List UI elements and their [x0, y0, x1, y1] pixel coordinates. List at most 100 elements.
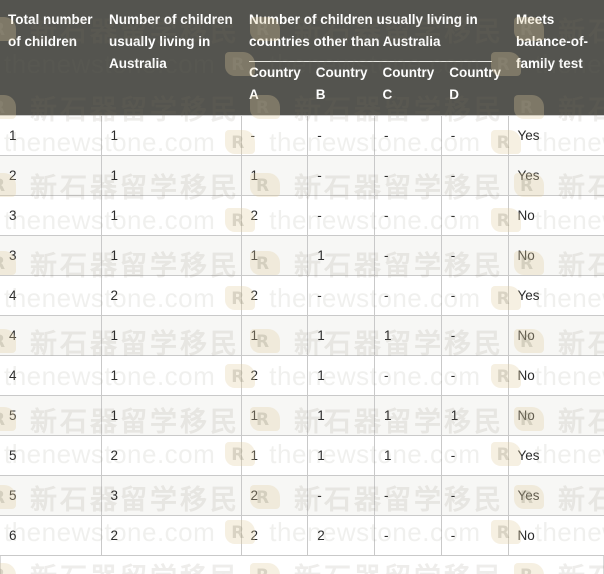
table-row: 2 1 1- - - Yes: [0, 155, 604, 197]
cell-country-a: 2: [241, 275, 309, 317]
cell-country-c: -: [374, 235, 442, 277]
cell-total-children: 4: [0, 275, 102, 317]
cell-total-children: 4: [0, 315, 102, 357]
cell-country-b: 2: [307, 515, 375, 557]
watermark-chinese-text: 新石器留学移民: [30, 556, 240, 574]
cell-country-d: -: [441, 515, 509, 557]
cell-meets-test: No: [508, 235, 604, 277]
cell-meets-test: No: [508, 195, 604, 237]
table-row: 5 1 1 1 1 1 No: [0, 395, 604, 437]
table-row: 5 3 2- - - Yes: [0, 475, 604, 517]
cell-children-in-australia: 2: [101, 275, 242, 317]
cell-country-b: 1: [307, 235, 375, 277]
cell-country-c: -: [374, 155, 442, 197]
cell-children-in-australia: 1: [101, 355, 242, 397]
cell-country-c: 1: [374, 315, 442, 357]
cell-meets-test: Yes: [508, 115, 604, 157]
cell-country-d: -: [441, 355, 509, 397]
cell-total-children: 4: [0, 355, 102, 397]
cell-country-b: -: [307, 155, 375, 197]
cell-country-a: 2: [241, 475, 309, 517]
header-meets-balance-of-family-test: Meets balance-of-family test: [508, 0, 604, 116]
cell-country-b: -: [307, 195, 375, 237]
cell-country-d: -: [441, 155, 509, 197]
cell-total-children: 1: [0, 115, 102, 157]
table-row: 4 2 2- - - Yes: [0, 275, 604, 317]
cell-country-d: -: [441, 435, 509, 477]
cell-total-children: 2: [0, 155, 102, 197]
cell-country-b: 1: [307, 395, 375, 437]
cell-country-d: -: [441, 315, 509, 357]
cell-meets-test: Yes: [508, 475, 604, 517]
header-group-children-overseas: Number of children usually living in cou…: [241, 0, 508, 62]
cell-country-d: -: [441, 195, 509, 237]
cell-children-in-australia: 2: [101, 435, 242, 477]
header-country-d: Country D: [441, 61, 508, 116]
cell-country-d: 1: [441, 395, 509, 437]
cell-country-d: -: [441, 475, 509, 517]
balance-of-family-table-container: Total number of children Number of child…: [0, 0, 604, 574]
table-row: 5 2 1 1 1- Yes: [0, 435, 604, 477]
cell-country-a: 1: [241, 235, 309, 277]
table-header-row-primary: Total number of children Number of child…: [0, 0, 604, 116]
cell-country-d: -: [441, 115, 509, 157]
cell-country-d: -: [441, 275, 509, 317]
table-row: 6 2 2 2- - No: [0, 515, 604, 557]
table-row: 4 1 2 1- - No: [0, 355, 604, 397]
cell-country-b: -: [307, 115, 375, 157]
cell-country-c: -: [374, 355, 442, 397]
cell-country-c: -: [374, 195, 442, 237]
cell-total-children: 3: [0, 235, 102, 277]
header-country-a: Country A: [241, 61, 308, 116]
cell-meets-test: No: [508, 395, 604, 437]
cell-country-a: 1: [241, 435, 309, 477]
table-row: 4 1 1 1 1- No: [0, 315, 604, 357]
cell-country-a: 2: [241, 515, 309, 557]
table-row: 3 1 1 1- - No: [0, 235, 604, 277]
watermark-band: R 新石器留学移民 R 新石器留学移民 R 新石器留学移民: [0, 556, 604, 574]
cell-meets-test: Yes: [508, 435, 604, 477]
watermark-logo-icon: R: [514, 562, 548, 574]
watermark-logo-icon: R: [250, 562, 284, 574]
cell-country-d: -: [441, 235, 509, 277]
cell-country-c: -: [374, 475, 442, 517]
header-country-c: Country C: [374, 61, 442, 116]
cell-country-a: 1: [241, 315, 309, 357]
table-header: Total number of children Number of child…: [0, 0, 604, 116]
watermark-logo-icon: R: [0, 562, 20, 574]
header-country-b: Country B: [307, 61, 375, 116]
cell-total-children: 6: [0, 515, 102, 557]
cell-meets-test: No: [508, 355, 604, 397]
cell-meets-test: No: [508, 515, 604, 557]
cell-country-b: 1: [307, 435, 375, 477]
header-children-living-in-australia: Number of children usually living in Aus…: [101, 0, 241, 116]
watermark-chinese-text: 新石器留学移民: [294, 556, 504, 574]
cell-country-c: 1: [374, 435, 442, 477]
cell-country-c: -: [374, 515, 442, 557]
table-body: 1 1- - - - Yes 2 1 1- - - Yes 3 1 2- - - No 3 1 1 1- - No 4 2 2- - -…: [0, 115, 604, 557]
cell-country-b: 1: [307, 355, 375, 397]
cell-country-c: -: [374, 115, 442, 157]
cell-children-in-australia: 1: [101, 195, 242, 237]
cell-total-children: 5: [0, 435, 102, 477]
cell-meets-test: No: [508, 315, 604, 357]
cell-country-a: 2: [241, 195, 309, 237]
cell-country-b: -: [307, 475, 375, 517]
cell-country-a: -: [241, 115, 309, 157]
balance-of-family-table: Total number of children Number of child…: [0, 0, 604, 557]
cell-country-c: 1: [374, 395, 442, 437]
cell-children-in-australia: 1: [101, 235, 242, 277]
header-total-number-of-children: Total number of children: [0, 0, 101, 116]
cell-children-in-australia: 3: [101, 475, 242, 517]
cell-children-in-australia: 1: [101, 115, 242, 157]
cell-total-children: 3: [0, 195, 102, 237]
cell-country-c: -: [374, 275, 442, 317]
cell-total-children: 5: [0, 395, 102, 437]
cell-country-a: 1: [241, 395, 309, 437]
watermark-chinese-text: 新石器留学移民: [558, 556, 604, 574]
cell-total-children: 5: [0, 475, 102, 517]
cell-country-b: 1: [307, 315, 375, 357]
cell-children-in-australia: 1: [101, 395, 242, 437]
table-row: 3 1 2- - - No: [0, 195, 604, 237]
cell-meets-test: Yes: [508, 275, 604, 317]
